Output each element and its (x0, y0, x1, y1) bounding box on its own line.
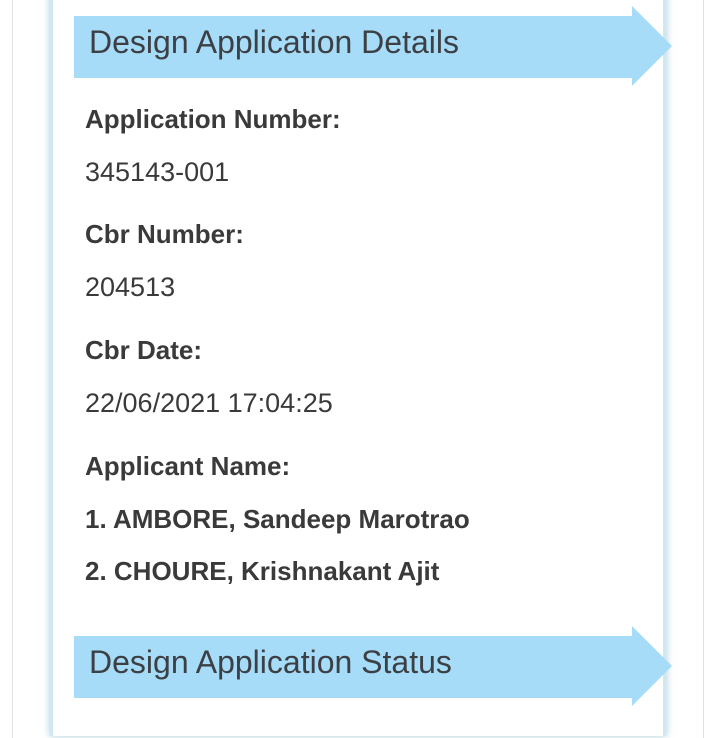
applicant-item: 2. CHOURE, Krishnakant Ajit (85, 556, 440, 586)
cbr-date-label: Cbr Date: (85, 335, 203, 365)
details-section-title: Design Application Details (89, 24, 459, 60)
applicant-name-label: Applicant Name: (85, 451, 291, 481)
status-section-header[interactable]: Design Application Status (74, 626, 672, 706)
application-number-label: Application Number: (85, 104, 341, 134)
status-section-title: Design Application Status (89, 644, 452, 680)
details-section-header: Design Application Details (74, 6, 672, 86)
applicant-item: 1. AMBORE, Sandeep Marotrao (85, 504, 470, 534)
cbr-date-value: 22/06/2021 17:04:25 (85, 388, 333, 418)
cbr-number-label: Cbr Number: (85, 219, 244, 249)
cbr-number-value: 204513 (85, 272, 176, 302)
application-number-value: 345143-001 (85, 157, 230, 187)
